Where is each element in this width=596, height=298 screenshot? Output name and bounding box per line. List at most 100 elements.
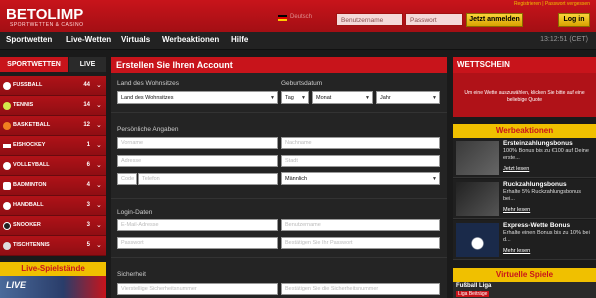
username-field[interactable]: Benutzername xyxy=(281,219,440,231)
promo-item[interactable]: Ruckzahlungsbonus Erhalte 5% Ruckzahlung… xyxy=(453,179,596,219)
sport-count: 14 xyxy=(83,102,90,108)
sport-name: TENNIS xyxy=(13,102,34,108)
chevron-down-icon: ⌄ xyxy=(96,122,102,129)
live-scores-heading[interactable]: Live-Spielstände xyxy=(0,262,106,276)
chevron-down-icon: ▼ xyxy=(432,95,437,101)
football-icon xyxy=(3,82,11,90)
divider xyxy=(111,257,447,258)
virtual-game-badge: Liga Beiträge xyxy=(456,291,490,297)
register-button[interactable]: Jetzt anmelden xyxy=(466,13,523,27)
dob-year-select[interactable]: Jahr ▼ xyxy=(376,91,440,104)
promo-more-link[interactable]: Jetzt lesen xyxy=(503,166,529,172)
nav-hilfe[interactable]: Hilfe xyxy=(231,35,248,44)
nav-virtuals[interactable]: Virtuals xyxy=(121,35,150,44)
volleyball-icon xyxy=(3,162,11,170)
sidebar-item-basketball[interactable]: BASKETBALL 12 ⌄ xyxy=(0,116,106,136)
dob-month-select[interactable]: Monat ▼ xyxy=(312,91,373,104)
promotions-heading: Werbeaktionen xyxy=(453,124,596,138)
login-button[interactable]: Log in xyxy=(558,13,590,27)
sport-count: 3 xyxy=(86,202,90,208)
sport-name: TISCHTENNIS xyxy=(13,242,50,248)
tab-sportwetten[interactable]: SPORTWETTEN xyxy=(0,57,68,72)
address-field[interactable]: Adresse xyxy=(117,155,278,167)
tennis-icon xyxy=(3,102,11,110)
username-input[interactable]: Benutzername xyxy=(336,13,403,26)
divider xyxy=(111,112,447,113)
sidebar-item-volleyball[interactable]: VOLLEYBALL 6 ⌄ xyxy=(0,156,106,176)
promo-item[interactable]: Express-Wette Bonus Erhalte einen Bonus … xyxy=(453,220,596,260)
live-banner-label: LIVE xyxy=(6,280,27,290)
table-tennis-icon xyxy=(3,242,11,250)
sport-name: BASKETBALL xyxy=(13,122,51,128)
dob-year-value: Jahr xyxy=(380,95,391,101)
password-field[interactable]: Passwort xyxy=(117,237,278,249)
badminton-icon xyxy=(3,182,11,190)
top-links[interactable]: Registrieren | Passwort vergessen xyxy=(514,1,590,7)
security-code-field[interactable]: Vierstellige Sicherheitsnummer xyxy=(117,283,278,295)
sidebar-item-tennis[interactable]: TENNIS 14 ⌄ xyxy=(0,96,106,116)
promo-item[interactable]: Ersteinzahlungsbonus 100% Bonus bis zu €… xyxy=(453,138,596,178)
sidebar-item-fussball[interactable]: FUSSBALL 44 ⌄ xyxy=(0,76,106,96)
nav-sportwetten[interactable]: Sportwetten xyxy=(6,35,52,44)
gender-select[interactable]: Männlich ▼ xyxy=(281,172,440,185)
firstname-field[interactable]: Vorname xyxy=(117,137,278,149)
dob-day-select[interactable]: Tag ▼ xyxy=(281,91,309,104)
dob-label: Geburtsdatum xyxy=(281,80,323,87)
country-label: Land des Wohnsitzes xyxy=(117,80,180,87)
security-section-label: Sicherheit xyxy=(117,271,146,278)
sport-count: 4 xyxy=(86,182,90,188)
live-scores-banner[interactable]: LIVE xyxy=(0,276,106,298)
country-value: Land des Wohnsitzes xyxy=(121,95,174,101)
clock: 13:12:51 (CET) xyxy=(540,36,588,43)
flag-icon[interactable] xyxy=(278,15,287,21)
sidebar-item-snooker[interactable]: SNOOKER 3 ⌄ xyxy=(0,216,106,236)
handball-icon xyxy=(3,202,11,210)
promo-more-link[interactable]: Mehr lesen xyxy=(503,207,530,213)
country-select[interactable]: Land des Wohnsitzes ▼ xyxy=(117,91,278,104)
chevron-down-icon: ⌄ xyxy=(96,82,102,89)
promo-thumbnail xyxy=(456,182,499,216)
sport-count: 3 xyxy=(86,222,90,228)
chevron-down-icon: ⌄ xyxy=(96,182,102,189)
sidebar-item-tischtennis[interactable]: TISCHTENNIS 5 ⌄ xyxy=(0,236,106,256)
chevron-down-icon: ▼ xyxy=(365,95,370,101)
security-confirm-field[interactable]: Bestätigen Sie die Sicherheitsnummer xyxy=(281,283,440,295)
sport-name: FUSSBALL xyxy=(13,82,43,88)
phone-code-field[interactable]: Code xyxy=(117,173,137,185)
chevron-down-icon: ⌄ xyxy=(96,162,102,169)
sidebar-item-handball[interactable]: HANDBALL 3 ⌄ xyxy=(0,196,106,216)
password-confirm-field[interactable]: Bestätigen Sie Ihr Passwort xyxy=(281,237,440,249)
dob-day-value: Tag xyxy=(285,95,294,101)
phone-field[interactable]: Telefon xyxy=(138,173,278,185)
dob-month-value: Monat xyxy=(316,95,332,101)
city-field[interactable]: Stadt xyxy=(281,155,440,167)
promo-thumbnail xyxy=(456,141,499,175)
language-selector[interactable]: Deutsch xyxy=(290,14,312,20)
nav-werbeaktionen[interactable]: Werbeaktionen xyxy=(162,35,219,44)
lastname-field[interactable]: Nachname xyxy=(281,137,440,149)
nav-live-wetten[interactable]: Live-Wetten xyxy=(66,35,111,44)
password-input[interactable]: Passwort xyxy=(405,13,463,26)
logo-text: BETOLIMP xyxy=(6,6,84,23)
email-field[interactable]: E-Mail-Adresse xyxy=(117,219,278,231)
betslip-body: Um eine Wette auszuwählen, klicken Sie b… xyxy=(453,73,596,117)
promo-more-link[interactable]: Mehr lesen xyxy=(503,248,530,254)
promo-desc: 100% Bonus bis zu €100 auf Deine erste..… xyxy=(503,148,589,161)
gender-value: Männlich xyxy=(285,176,308,182)
promo-title: Express-Wette Bonus xyxy=(503,222,571,229)
virtual-game-title: Fußball Liga xyxy=(456,283,492,289)
hockey-icon xyxy=(3,144,11,148)
virtual-game-item[interactable]: Fußball Liga Liga Beiträge xyxy=(453,282,596,298)
logo[interactable]: BETOLIMP xyxy=(6,6,83,23)
form-title: Erstellen Sie Ihren Account xyxy=(111,57,447,73)
sidebar-item-eishockey[interactable]: EISHOCKEY 1 ⌄ xyxy=(0,136,106,156)
chevron-down-icon: ▼ xyxy=(432,176,437,182)
promo-desc: Erhalte 5% Ruckzahlungsbonus bei... xyxy=(503,189,581,202)
virtual-games-heading: Virtuelle Spiele xyxy=(453,268,596,282)
login-section-label: Login-Daten xyxy=(117,209,153,216)
sidebar-item-badminton[interactable]: BADMINTON 4 ⌄ xyxy=(0,176,106,196)
promo-thumbnail xyxy=(456,223,499,257)
promo-title: Ersteinzahlungsbonus xyxy=(503,140,573,147)
chevron-down-icon: ⌄ xyxy=(96,222,102,229)
tab-live[interactable]: LIVE xyxy=(69,57,106,72)
